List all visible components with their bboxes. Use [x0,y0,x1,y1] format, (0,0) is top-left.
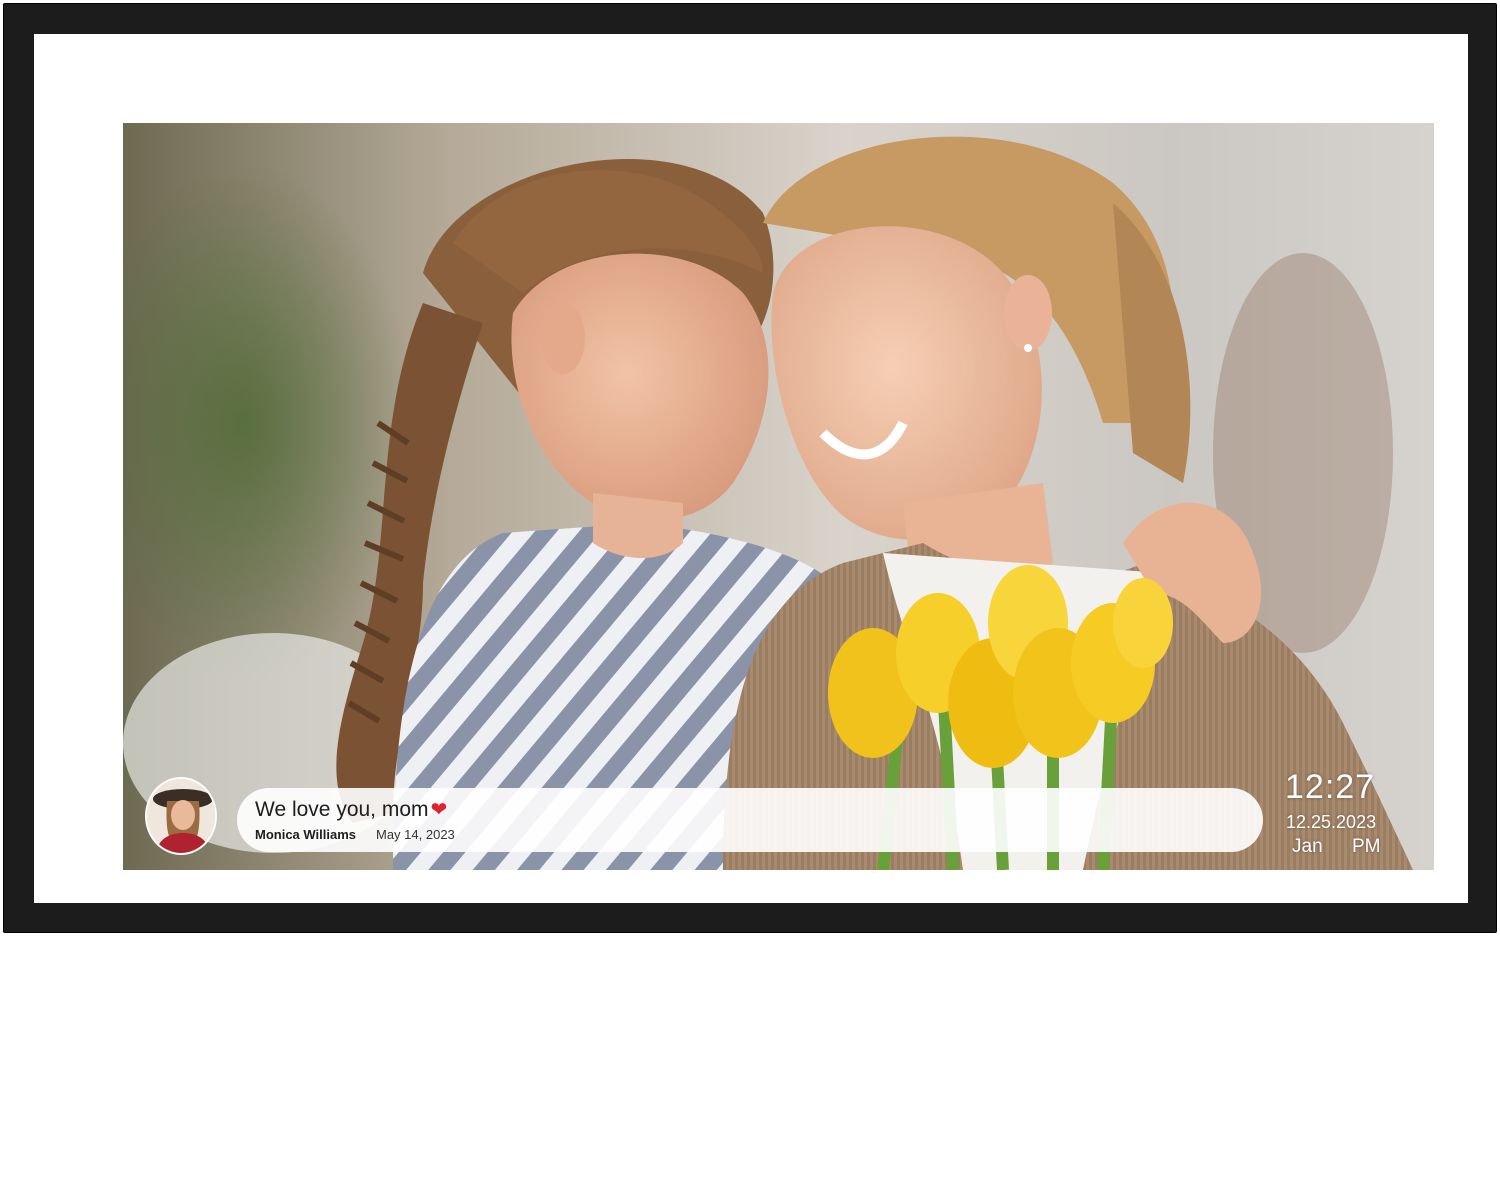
clock-ampm: PM [1352,836,1381,857]
sender-avatar[interactable] [145,777,217,855]
message-text-line: We love you, mom ❤ [255,797,447,822]
photo-mat: We love you, mom ❤ Monica Williams May 14… [34,34,1468,903]
photo-scene [123,123,1434,870]
photo-frame-bezel: We love you, mom ❤ Monica Williams May 14… [3,3,1497,933]
slideshow-photo[interactable]: We love you, mom ❤ Monica Williams May 14… [123,123,1434,870]
clock-date: 12.25.2023 [1286,812,1377,832]
sender-name: Monica Williams [255,827,357,842]
message-date: May 14, 2023 [376,827,455,842]
message-text: We love you, mom [255,798,429,821]
clock-month: Jan [1292,836,1323,857]
clock-time: 12:27 [1285,768,1376,806]
heart-icon: ❤ [430,797,448,821]
message-bubble[interactable]: We love you, mom ❤ Monica Williams May 14… [237,788,1263,852]
